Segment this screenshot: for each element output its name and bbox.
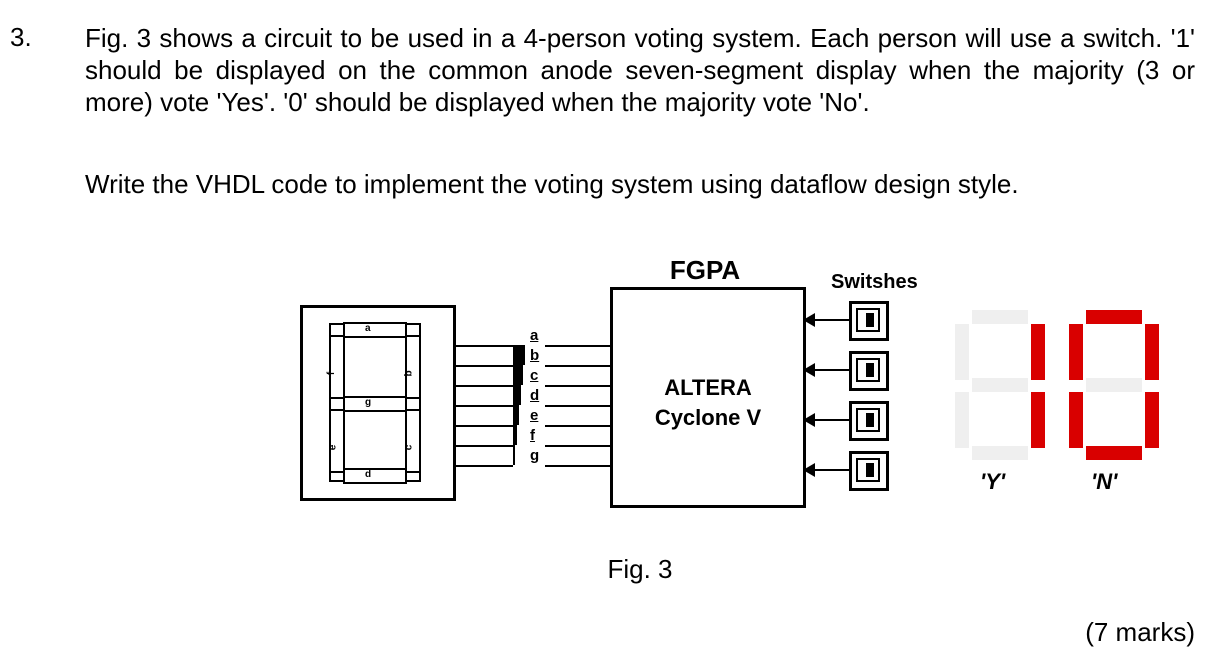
switch-1-inner — [856, 308, 880, 332]
out-c-stub — [453, 385, 521, 387]
switch-1 — [849, 301, 889, 341]
digit-y-seg-d — [972, 446, 1028, 460]
switch-4-knob — [866, 463, 874, 477]
seg-a-label: a — [365, 323, 371, 334]
seg-g — [343, 396, 407, 412]
digit-n-seg-f — [1069, 324, 1083, 380]
out-f-drop — [515, 345, 517, 445]
seven-seg-component: a g d f b e c — [300, 305, 456, 501]
switch-1-knob — [866, 313, 874, 327]
out-c-label: c — [530, 367, 538, 384]
display-digit-n-caption: 'N' — [1091, 469, 1117, 495]
switch-2-inner — [856, 358, 880, 382]
out-b-label: b — [530, 347, 539, 364]
seg-g-label: g — [365, 397, 371, 408]
marks: (7 marks) — [1085, 617, 1195, 648]
fpga-title: FGPA — [610, 255, 800, 286]
seg-d — [343, 468, 407, 484]
out-d-stub — [453, 405, 519, 407]
digit-n-seg-c — [1145, 392, 1159, 448]
out-c-wire — [545, 385, 610, 387]
display-digit-y-caption: 'Y' — [980, 469, 1005, 495]
display-digit-y — [955, 310, 1045, 460]
out-b-drop — [523, 345, 525, 365]
figure-3: FGPA ALTERA Cyclone V Switshes — [85, 255, 1195, 585]
digit-y-seg-c — [1031, 392, 1045, 448]
fpga-line2: Cyclone V — [613, 405, 803, 431]
seg-c-label: c — [403, 445, 414, 451]
seg-f-label: f — [326, 372, 337, 375]
switch-4-arrow — [803, 463, 815, 477]
switch-3-inner — [856, 408, 880, 432]
out-g-label: g — [530, 447, 539, 464]
question-number: 3. — [10, 22, 32, 53]
out-f-wire — [545, 445, 610, 447]
seg-f — [329, 335, 345, 399]
out-a-label: a — [530, 327, 538, 344]
seg-e-label: e — [327, 445, 338, 451]
digit-n-seg-b — [1145, 324, 1159, 380]
switches-label: Switshes — [831, 271, 918, 294]
out-d-label: d — [530, 387, 539, 404]
digit-y-seg-b — [1031, 324, 1045, 380]
out-d-wire — [545, 405, 610, 407]
out-a-wire — [545, 345, 610, 347]
out-g-wire — [545, 465, 610, 467]
out-d-drop — [519, 345, 521, 405]
switch-1-wire — [815, 319, 849, 321]
page: 3. Fig. 3 shows a circuit to be used in … — [0, 0, 1231, 664]
question-para-1: Fig. 3 shows a circuit to be used in a 4… — [85, 22, 1195, 118]
question-para-2: Write the VHDL code to implement the vot… — [85, 168, 1195, 200]
out-b-wire — [545, 365, 610, 367]
digit-n-seg-e — [1069, 392, 1083, 448]
digit-y-seg-a — [972, 310, 1028, 324]
digit-n-seg-d — [1086, 446, 1142, 460]
fpga-box: ALTERA Cyclone V — [610, 287, 806, 508]
switch-2-arrow — [803, 363, 815, 377]
seg-d-label: d — [365, 469, 371, 480]
switch-2-knob — [866, 363, 874, 377]
out-c-drop — [521, 345, 523, 385]
digit-y-seg-f — [955, 324, 969, 380]
seg-b — [405, 335, 421, 399]
digit-n-seg-a — [1086, 310, 1142, 324]
seg-b-label: b — [404, 370, 415, 376]
switch-4-inner — [856, 458, 880, 482]
switch-4 — [849, 451, 889, 491]
switch-3-wire — [815, 419, 849, 421]
out-g-drop — [513, 345, 515, 465]
out-f-stub — [453, 445, 515, 447]
digit-n-seg-g — [1086, 378, 1142, 392]
out-g-stub — [453, 465, 513, 467]
digit-y-seg-e — [955, 392, 969, 448]
out-e-stub — [453, 425, 517, 427]
switch-4-wire — [815, 469, 849, 471]
switch-2-wire — [815, 369, 849, 371]
display-digit-n — [1069, 310, 1159, 460]
switch-3-knob — [866, 413, 874, 427]
digit-y-seg-g — [972, 378, 1028, 392]
switch-3-arrow — [803, 413, 815, 427]
switch-2 — [849, 351, 889, 391]
out-e-wire — [545, 425, 610, 427]
out-e-drop — [517, 345, 519, 425]
fpga-line1: ALTERA — [613, 375, 803, 401]
seg-e — [329, 409, 345, 473]
switch-3 — [849, 401, 889, 441]
switch-1-arrow — [803, 313, 815, 327]
seg-c — [405, 409, 421, 473]
out-e-label: e — [530, 407, 538, 424]
seg-a — [343, 322, 407, 338]
out-f-label: f — [530, 427, 535, 444]
figure-caption: Fig. 3 — [85, 554, 1195, 585]
